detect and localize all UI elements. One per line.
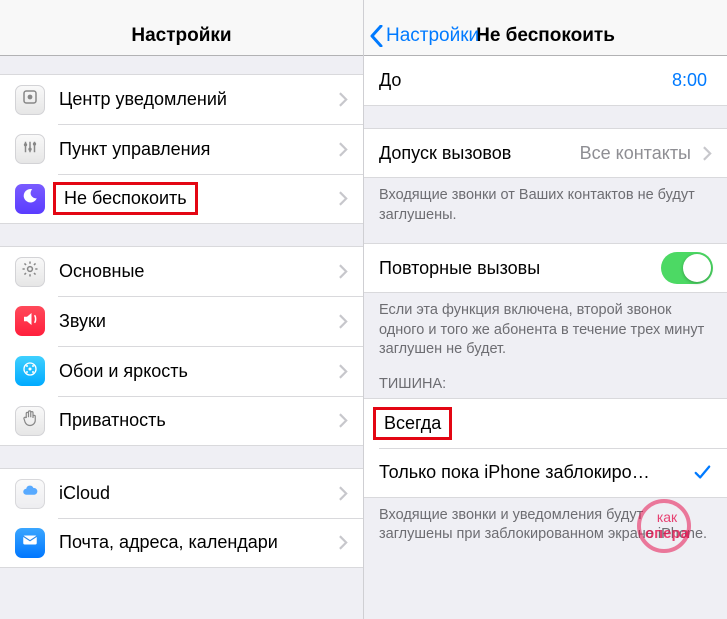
silence-group: Всегда Только пока iPhone заблокиро… [364, 398, 727, 498]
cell-label: Основные [59, 261, 333, 282]
settings-group-3: iCloud Почта, адреса, календари [0, 468, 363, 568]
checkmark-icon [693, 463, 715, 481]
cell-label: Приватность [59, 410, 333, 431]
repeat-calls-footer: Если эта функция включена, второй звонок… [364, 293, 727, 360]
notifications-icon [15, 85, 45, 115]
allow-calls-group: Допуск вызовов Все контакты [364, 128, 727, 178]
cell-label: Обои и яркость [59, 361, 333, 382]
back-label: Настройки [386, 25, 479, 47]
cell-repeat-calls: Повторные вызовы [364, 243, 727, 293]
cell-silence-locked[interactable]: Только пока iPhone заблокиро… [364, 448, 727, 498]
chevron-right-icon [697, 146, 717, 161]
page-title-right: Не беспокоить [476, 25, 615, 47]
cell-silence-always[interactable]: Всегда [364, 398, 727, 448]
sounds-icon [15, 306, 45, 336]
chevron-right-icon [333, 191, 353, 206]
cell-general[interactable]: Основные [0, 246, 363, 296]
schedule-to-value: 8:00 [672, 70, 707, 91]
repeat-calls-toggle[interactable] [661, 252, 713, 284]
chevron-right-icon [333, 413, 353, 428]
settings-group-1: Центр уведомлений Пункт управления Не бе… [0, 74, 363, 224]
navbar-left: Настройки [0, 0, 363, 56]
cell-sounds[interactable]: Звуки [0, 296, 363, 346]
moon-icon [15, 184, 45, 214]
gear-icon [15, 257, 45, 287]
allow-calls-value: Все контакты [580, 143, 691, 164]
settings-group-2: Основные Звуки Обои и яркость [0, 246, 363, 446]
silence-header: ТИШИНА: [364, 360, 727, 398]
chevron-right-icon [333, 364, 353, 379]
chevron-right-icon [333, 264, 353, 279]
chevron-right-icon [333, 486, 353, 501]
wallpaper-icon [15, 356, 45, 386]
cell-label: Почта, адреса, календари [59, 532, 333, 553]
page-title-left: Настройки [131, 25, 231, 47]
mail-icon [15, 528, 45, 558]
cell-mail[interactable]: Почта, адреса, календари [0, 518, 363, 568]
settings-main-pane: Настройки Центр уведомлений Пункт управл… [0, 0, 364, 619]
dnd-detail-pane: Настройки Не беспокоить До 8:00 Допуск в… [364, 0, 727, 619]
hand-icon [15, 406, 45, 436]
navbar-right: Настройки Не беспокоить [364, 0, 727, 56]
chevron-left-icon [370, 25, 384, 47]
cell-label: iCloud [59, 483, 333, 504]
chevron-right-icon [333, 535, 353, 550]
cell-do-not-disturb[interactable]: Не беспокоить [0, 174, 363, 224]
cell-allow-calls[interactable]: Допуск вызовов Все контакты [364, 128, 727, 178]
schedule-group: До 8:00 [364, 56, 727, 106]
chevron-right-icon [333, 314, 353, 329]
schedule-to-label: До [379, 70, 672, 91]
cell-icloud[interactable]: iCloud [0, 468, 363, 518]
chevron-right-icon [333, 92, 353, 107]
cell-wallpaper[interactable]: Обои и яркость [0, 346, 363, 396]
silence-locked-label: Только пока iPhone заблокиро… [379, 462, 693, 483]
cell-label: Пункт управления [59, 139, 333, 160]
cell-label: Центр уведомлений [59, 89, 333, 110]
icloud-icon [15, 479, 45, 509]
cell-label-highlighted: Не беспокоить [53, 182, 198, 215]
repeat-calls-group: Повторные вызовы [364, 243, 727, 293]
cell-privacy[interactable]: Приватность [0, 396, 363, 446]
silence-footer: Входящие звонки и уведомления будут загл… [364, 498, 727, 545]
allow-calls-label: Допуск вызовов [379, 143, 580, 164]
cell-label: Звуки [59, 311, 333, 332]
chevron-right-icon [333, 142, 353, 157]
cell-notifications[interactable]: Центр уведомлений [0, 74, 363, 124]
allow-calls-footer: Входящие звонки от Ваших контактов не бу… [364, 178, 727, 225]
cell-schedule-to[interactable]: До 8:00 [364, 56, 727, 106]
silence-always-label: Всегда [373, 407, 452, 440]
repeat-calls-label: Повторные вызовы [379, 258, 661, 279]
back-button[interactable]: Настройки [370, 25, 479, 47]
cell-control-center[interactable]: Пункт управления [0, 124, 363, 174]
control-center-icon [15, 134, 45, 164]
